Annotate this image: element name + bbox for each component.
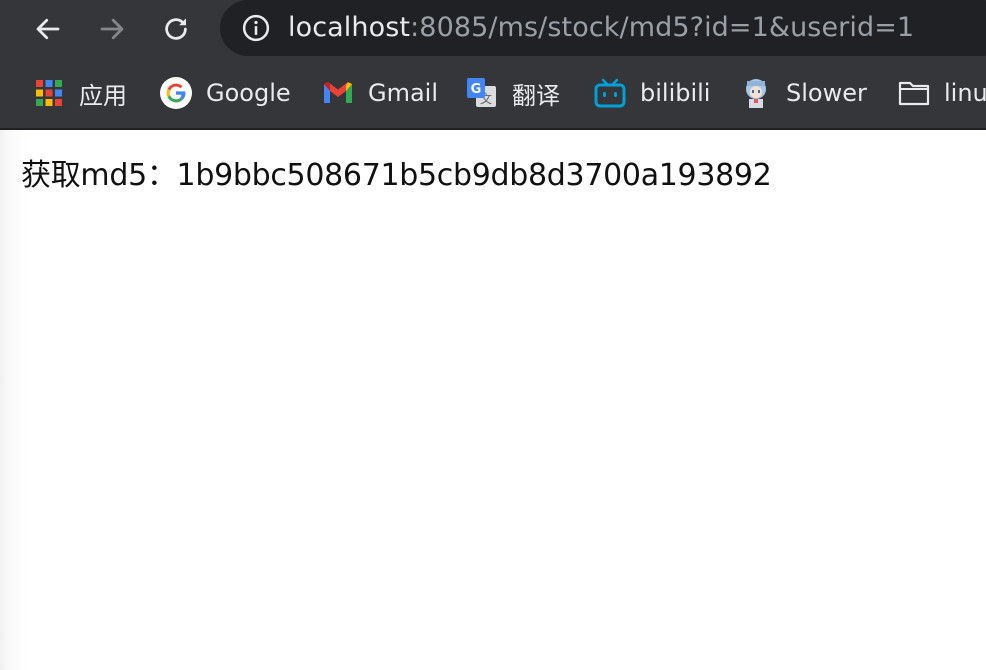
md5-result-text: 获取md5：1b9bbc508671b5cb9db8d3700a193892 — [21, 158, 772, 193]
url-text[interactable]: localhost:8085/ms/stock/md5?id=1&userid=… — [288, 11, 914, 45]
reload-button[interactable] — [156, 9, 196, 49]
bookmark-label: bilibili — [640, 79, 711, 107]
bilibili-icon — [594, 77, 626, 109]
bookmarks-bar: 应用 Google Gmail 文 G 翻译 bilibili Slower l… — [0, 58, 986, 128]
svg-text:G: G — [471, 82, 482, 97]
bookmark-apps[interactable]: 应用 — [33, 73, 127, 113]
arrow-right-icon — [100, 18, 124, 40]
bookmark-slower[interactable]: Slower — [740, 73, 867, 113]
gmail-icon — [322, 77, 354, 109]
bookmark-label: linu — [944, 79, 986, 107]
back-button[interactable] — [28, 9, 68, 49]
info-icon[interactable] — [240, 12, 272, 44]
forward-button[interactable] — [92, 9, 132, 49]
bookmark-label: Slower — [786, 79, 867, 107]
bookmark-google[interactable]: Google — [160, 73, 291, 113]
browser-window: localhost:8085/ms/stock/md5?id=1&userid=… — [0, 0, 986, 670]
bookmark-folder[interactable]: linu — [898, 73, 986, 113]
bookmark-bilibili[interactable]: bilibili — [594, 73, 710, 113]
apps-grid-icon — [33, 77, 65, 109]
url-path: :8085/ms/stock/md5?id=1&userid=1 — [410, 12, 915, 43]
bookmark-gmail[interactable]: Gmail — [322, 73, 438, 113]
arrow-left-icon — [36, 18, 60, 40]
reload-icon — [165, 18, 187, 40]
folder-icon — [898, 77, 930, 109]
bookmark-label: 应用 — [79, 81, 127, 110]
google-icon — [160, 77, 192, 109]
bookmark-translate[interactable]: 文 G 翻译 — [466, 73, 560, 113]
bookmark-label: Gmail — [368, 79, 439, 107]
bookmark-label: 翻译 — [512, 81, 560, 110]
address-bar[interactable]: localhost:8085/ms/stock/md5?id=1&userid=… — [220, 0, 986, 56]
slower-avatar-icon — [740, 77, 772, 109]
url-host: localhost — [288, 12, 411, 43]
bookmark-label: Google — [206, 79, 291, 107]
google-translate-icon: 文 G — [466, 77, 498, 109]
browser-toolbar: localhost:8085/ms/stock/md5?id=1&userid=… — [0, 0, 986, 58]
page-content: 获取md5：1b9bbc508671b5cb9db8d3700a193892 — [0, 130, 986, 670]
